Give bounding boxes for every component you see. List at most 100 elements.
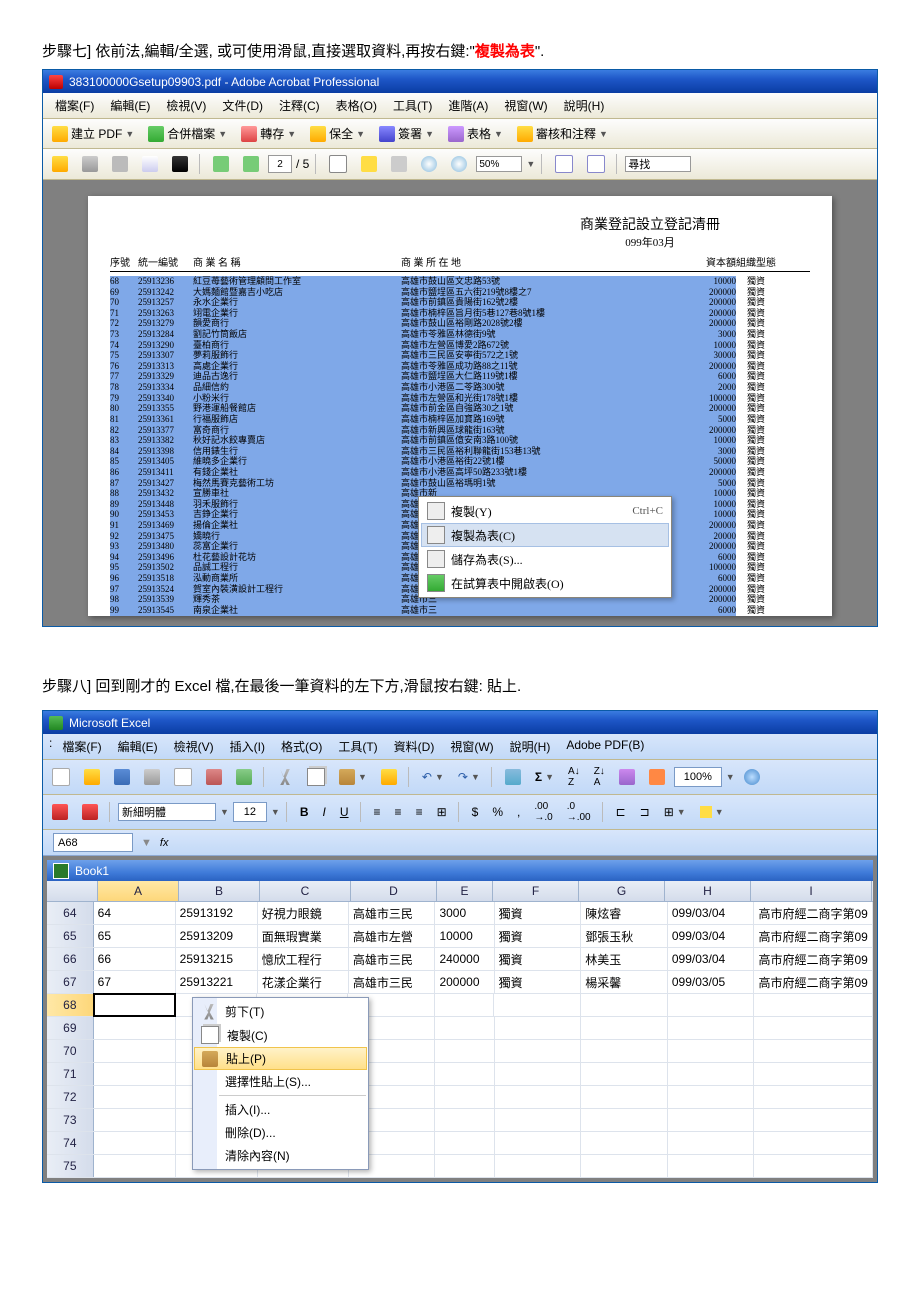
cell[interactable]: 64 [94, 902, 176, 924]
ctx-copy[interactable]: 複製(Y)Ctrl+C [421, 499, 669, 523]
cell[interactable]: 好視力眼鏡 [258, 902, 349, 924]
cell[interactable] [495, 1040, 582, 1062]
cell[interactable] [94, 1132, 176, 1154]
ctx-open-in-spreadsheet[interactable]: 在試算表中開啟表(O) [421, 571, 669, 595]
font-select[interactable] [118, 803, 216, 821]
menu-item[interactable]: 視窗(W) [444, 736, 499, 757]
cell[interactable] [435, 1063, 494, 1085]
cell[interactable] [754, 1017, 873, 1039]
cell[interactable]: 240000 [435, 948, 494, 970]
menu-item[interactable]: 注釋(C) [273, 95, 326, 116]
cell[interactable] [495, 1109, 582, 1131]
col-header[interactable]: H [665, 881, 751, 901]
cell[interactable]: 25913215 [176, 948, 258, 970]
xctx-insert[interactable]: 插入(I)... [193, 1098, 368, 1121]
col-header[interactable]: A [98, 881, 179, 901]
cell[interactable] [494, 994, 581, 1016]
cell[interactable] [93, 993, 176, 1017]
cell[interactable] [495, 1155, 582, 1177]
fullwidth-button[interactable] [550, 152, 578, 176]
cell[interactable]: 200000 [435, 971, 494, 993]
zoom-out-button[interactable] [416, 153, 442, 175]
cell[interactable] [94, 1086, 176, 1108]
fontsize-select[interactable] [233, 802, 267, 822]
row-header[interactable]: 75 [47, 1155, 94, 1177]
cell[interactable] [581, 1086, 668, 1108]
col-header[interactable]: E [437, 881, 493, 901]
menu-item[interactable]: 說明(H) [558, 95, 611, 116]
col-header[interactable]: G [579, 881, 665, 901]
sign-button[interactable]: 簽署 ▼ [374, 122, 439, 145]
undo-button[interactable]: ↶▼ [417, 767, 449, 787]
row-header[interactable]: 65 [47, 925, 94, 947]
row-header[interactable]: 68 [47, 994, 94, 1016]
align-center-button[interactable]: ≡ [390, 802, 407, 822]
cell[interactable] [435, 1109, 494, 1131]
sort-desc-button[interactable]: Z↓A [589, 763, 610, 791]
cell[interactable]: 099/03/04 [668, 902, 755, 924]
cell[interactable]: 099/03/05 [668, 971, 755, 993]
cell[interactable] [668, 1063, 755, 1085]
cell[interactable]: 獨資 [495, 925, 582, 947]
export-button[interactable]: 轉存 ▼ [236, 122, 301, 145]
menu-item[interactable]: 檢視(V) [168, 736, 220, 757]
menu-item[interactable]: 插入(I) [224, 736, 271, 757]
cell[interactable] [581, 1063, 668, 1085]
cell[interactable] [668, 1155, 755, 1177]
row-header[interactable]: 72 [47, 1086, 94, 1108]
menu-item[interactable]: 文件(D) [216, 95, 269, 116]
cell[interactable] [435, 1155, 494, 1177]
hand-tool[interactable] [356, 153, 382, 175]
align-right-button[interactable]: ≡ [411, 802, 428, 822]
menu-item[interactable]: 工具(T) [387, 95, 438, 116]
column-headers[interactable]: ABCDEFGHI [47, 881, 873, 902]
cell[interactable] [754, 994, 873, 1016]
cell[interactable] [581, 1109, 668, 1131]
menu-item[interactable]: 格式(O) [275, 736, 328, 757]
sort-asc-button[interactable]: A↓Z [563, 763, 585, 791]
menu-item[interactable]: 進階(A) [442, 95, 494, 116]
col-header[interactable]: B [179, 881, 260, 901]
menu-item[interactable]: 編輯(E) [104, 95, 156, 116]
zoom-in-button[interactable] [446, 153, 472, 175]
cell[interactable] [435, 1132, 494, 1154]
cell[interactable]: 高雄市三民 [349, 902, 436, 924]
cell[interactable] [668, 1109, 755, 1131]
cell[interactable] [581, 1017, 668, 1039]
page-number-input[interactable] [268, 155, 292, 173]
xctx-copy[interactable]: 複製(C) [193, 1023, 368, 1047]
row-header[interactable]: 67 [47, 971, 94, 993]
cell[interactable] [581, 994, 668, 1016]
cell[interactable] [94, 1063, 176, 1085]
cell[interactable] [94, 1155, 176, 1177]
cell[interactable] [495, 1086, 582, 1108]
cell[interactable]: 獨資 [495, 902, 582, 924]
open-button[interactable] [47, 153, 73, 175]
prev-page-button[interactable] [208, 153, 234, 175]
cell[interactable]: 憶欣工程行 [258, 948, 349, 970]
select-tool[interactable] [324, 152, 352, 176]
name-box[interactable]: A68 [53, 833, 133, 852]
xl-paste-button[interactable]: ▼ [334, 766, 372, 788]
menu-item[interactable]: Adobe PDF(B) [560, 736, 650, 757]
xl-copy-button[interactable] [302, 765, 330, 789]
ctx-copy-as-table[interactable]: 複製為表(C) [421, 523, 669, 547]
col-header[interactable]: D [351, 881, 437, 901]
cell[interactable]: 面無瑕實業 [258, 925, 349, 947]
bold-button[interactable]: B [295, 802, 314, 822]
cell[interactable] [94, 1109, 176, 1131]
cell[interactable] [435, 1040, 494, 1062]
menu-item[interactable]: 說明(H) [504, 736, 557, 757]
cell[interactable] [668, 1132, 755, 1154]
cell[interactable]: 獨資 [495, 948, 582, 970]
cell[interactable] [668, 1040, 755, 1062]
cell[interactable] [435, 1017, 494, 1039]
col-header[interactable]: C [260, 881, 351, 901]
menu-item[interactable]: 檔案(F) [49, 95, 100, 116]
cell[interactable]: 陳炫睿 [581, 902, 668, 924]
merge-button[interactable]: 合併檔案 ▼ [143, 122, 232, 145]
xctx-clear[interactable]: 清除內容(N) [193, 1144, 368, 1167]
cell[interactable] [581, 1155, 668, 1177]
underline-button[interactable]: U [335, 802, 354, 822]
cell[interactable]: 楊采馨 [581, 971, 668, 993]
